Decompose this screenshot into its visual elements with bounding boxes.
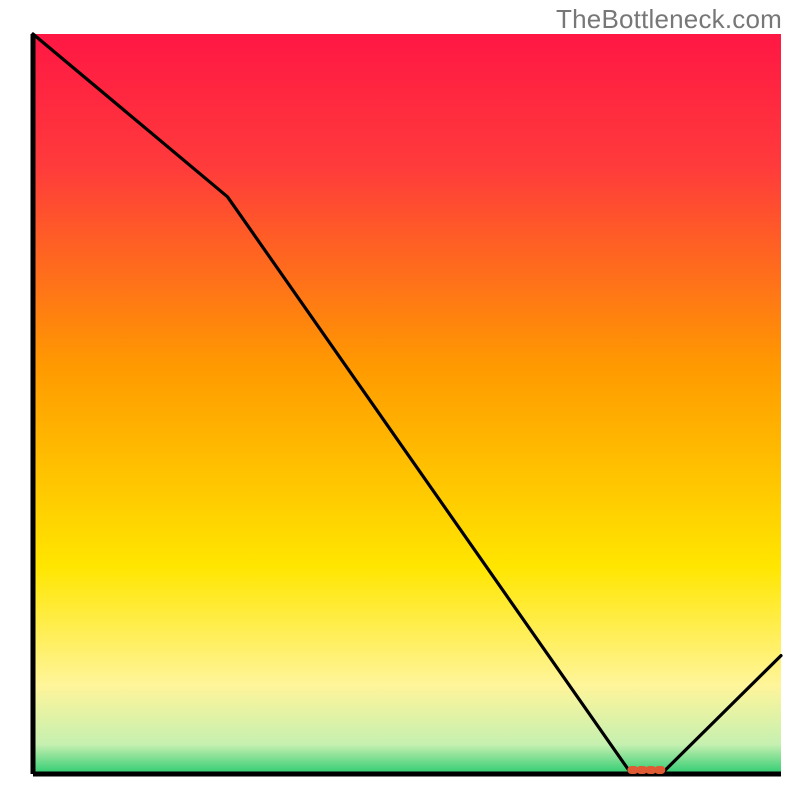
watermark-label: TheBottleneck.com [556, 4, 782, 35]
chart-svg [0, 0, 800, 800]
chart-container: TheBottleneck.com [0, 0, 800, 800]
plot-background [33, 34, 781, 774]
